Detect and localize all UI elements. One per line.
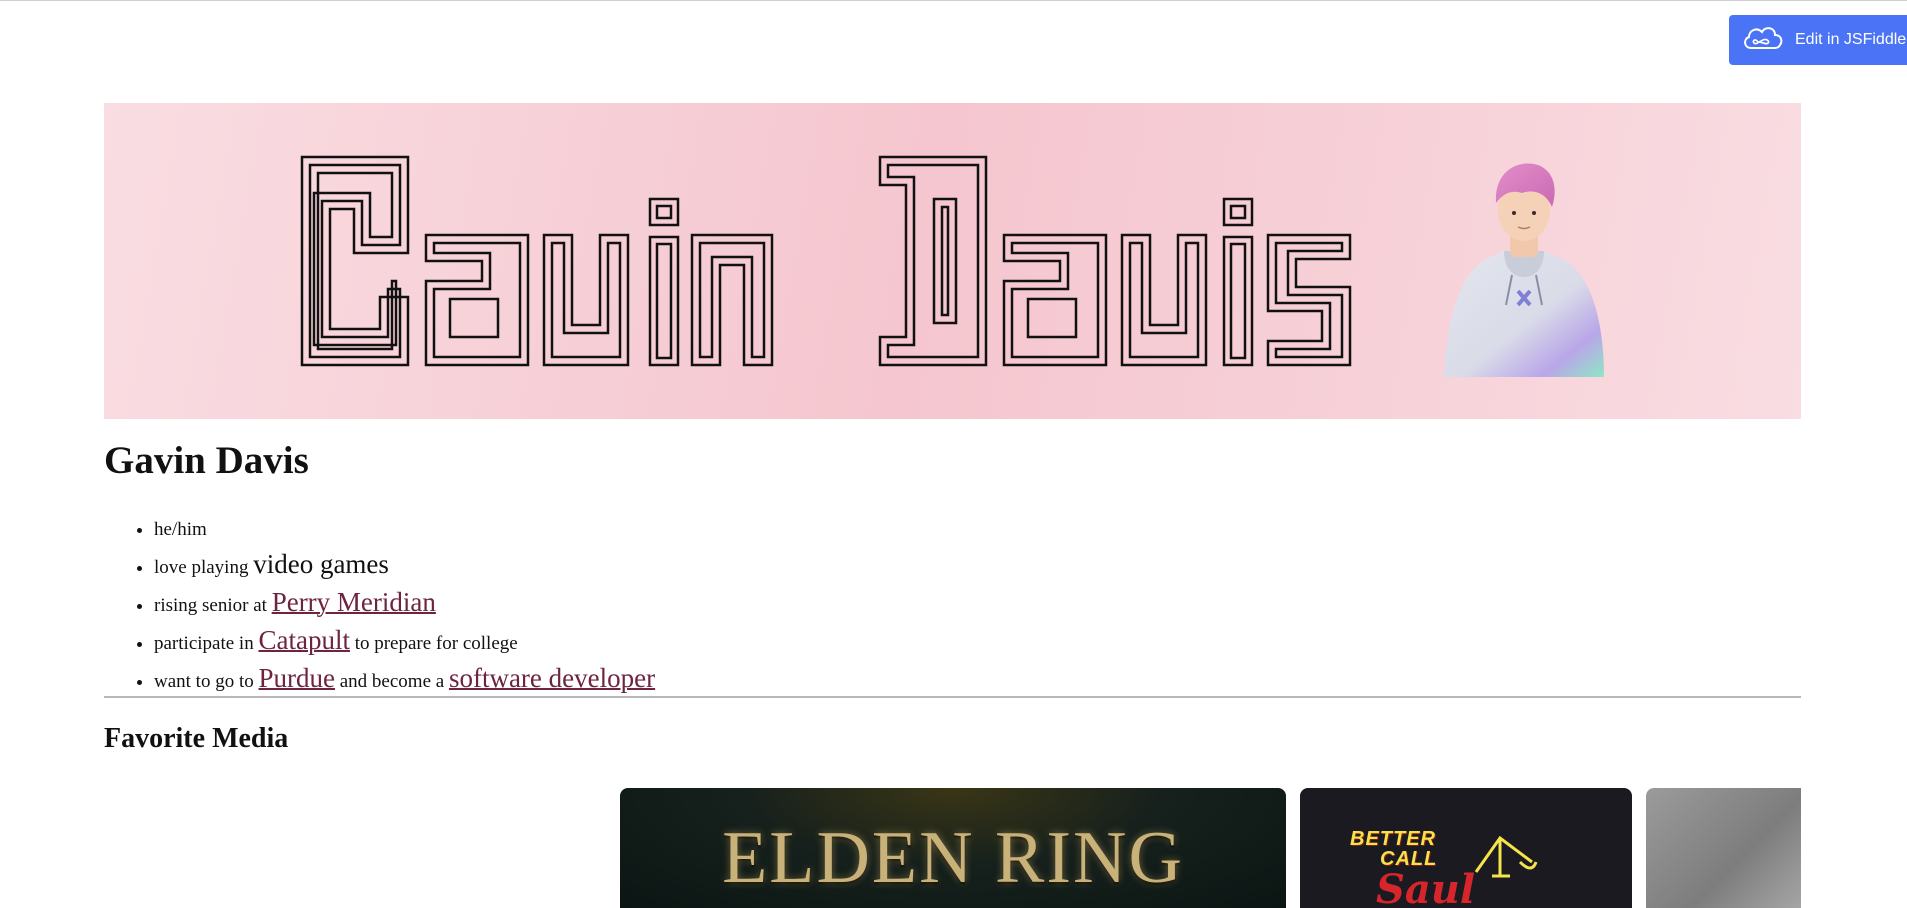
fact-text: love playing xyxy=(154,557,254,578)
fact-text: and become a xyxy=(335,671,449,692)
edit-in-jsfiddle-button[interactable]: Edit in JSFiddle xyxy=(1729,15,1907,65)
page-title: Gavin Davis xyxy=(104,439,309,482)
better-call-saul-logo: BETTER CALL Saul xyxy=(1340,826,1580,908)
software-developer-link[interactable]: software developer xyxy=(449,663,655,693)
list-item: love playing video games xyxy=(154,547,655,585)
scales-icon xyxy=(1474,835,1538,878)
list-item: he/him xyxy=(154,513,655,547)
fact-text: participate in xyxy=(154,633,259,654)
purdue-link[interactable]: Purdue xyxy=(259,663,336,693)
fact-text: to prepare for college xyxy=(349,633,518,654)
media-card-elden-ring[interactable]: ELDEN RING xyxy=(620,788,1286,908)
list-item: participate in Catapult to prepare for c… xyxy=(154,623,655,661)
fact-emphasis: video games xyxy=(253,549,389,579)
list-item: want to go to Purdue and become a softwa… xyxy=(154,661,655,699)
fact-text: want to go to xyxy=(154,671,259,692)
cloud-icon xyxy=(1741,23,1785,58)
banner xyxy=(104,103,1801,419)
media-card-third[interactable] xyxy=(1646,788,1801,908)
edit-in-jsfiddle-label: Edit in JSFiddle xyxy=(1795,31,1907,48)
fact-text: he/him xyxy=(154,519,207,540)
list-item: rising senior at Perry Meridian xyxy=(154,585,655,623)
perry-meridian-link[interactable]: Perry Meridian xyxy=(272,587,436,617)
elden-ring-title: ELDEN RING xyxy=(722,817,1184,899)
section-divider xyxy=(104,696,1801,698)
favorite-media-heading: Favorite Media xyxy=(104,723,289,754)
profile-facts-list: he/him love playing video games rising s… xyxy=(104,513,655,699)
bcs-line-3: Saul xyxy=(1376,866,1476,908)
fact-text: rising senior at xyxy=(154,595,272,616)
catapult-link[interactable]: Catapult xyxy=(258,625,349,655)
media-card-better-call-saul[interactable]: BETTER CALL Saul xyxy=(1300,788,1632,908)
avatar-icon xyxy=(1444,163,1604,377)
